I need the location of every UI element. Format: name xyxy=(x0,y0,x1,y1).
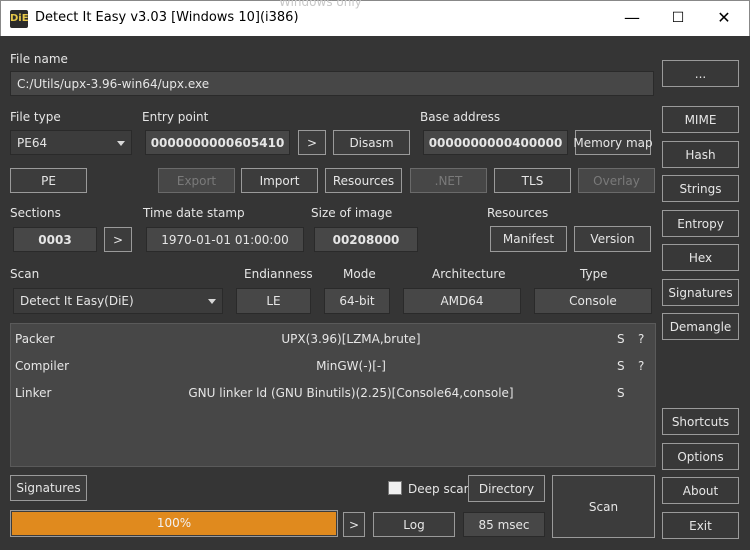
result-type: Linker xyxy=(15,386,52,400)
result-info-link[interactable]: ? xyxy=(638,332,644,346)
scan-time-field: 85 msec xyxy=(463,512,545,537)
sections-go-button[interactable]: > xyxy=(104,227,132,252)
file-path-field[interactable]: C:/Utils/upx-3.96-win64/upx.exe xyxy=(10,71,654,96)
log-button[interactable]: Log xyxy=(373,512,455,537)
file-type-select[interactable]: PE64 xyxy=(10,130,132,155)
memory-map-button[interactable]: Memory map xyxy=(573,130,653,155)
file-type-label: File type xyxy=(10,110,61,124)
file-type-value: PE64 xyxy=(17,135,48,150)
endianness-label: Endianness xyxy=(244,267,313,281)
manifest-button[interactable]: Manifest xyxy=(490,226,567,252)
result-value: MinGW(-)[-] xyxy=(316,359,386,373)
deep-scan-checkbox[interactable] xyxy=(388,481,402,495)
scan-engine-select[interactable]: Detect It Easy(DiE) xyxy=(13,288,223,314)
export-button[interactable]: Export xyxy=(158,168,235,193)
mime-button[interactable]: MIME xyxy=(662,106,739,133)
entry-point-go-button[interactable]: > xyxy=(298,130,326,155)
scan-button[interactable]: Scan xyxy=(552,475,655,538)
disasm-button[interactable]: Disasm xyxy=(333,130,410,155)
title-bar: Windows only DiE Detect It Easy v3.03 [W… xyxy=(0,0,750,36)
entropy-button[interactable]: Entropy xyxy=(662,210,739,237)
shortcuts-button[interactable]: Shortcuts xyxy=(662,408,739,435)
deep-scan-label: Deep scan xyxy=(408,482,472,496)
signatures-bottom-button[interactable]: Signatures xyxy=(10,475,87,501)
endianness-field: LE xyxy=(236,288,311,314)
resources-label: Resources xyxy=(487,206,549,220)
version-button[interactable]: Version xyxy=(574,226,651,252)
window-title: Detect It Easy v3.03 [Windows 10](i386) xyxy=(35,10,299,25)
chevron-down-icon xyxy=(208,299,216,304)
about-button[interactable]: About xyxy=(662,477,739,504)
result-value: UPX(3.96)[LZMA,brute] xyxy=(281,332,421,346)
net-button[interactable]: .NET xyxy=(410,168,487,193)
size-of-image-field[interactable]: 00208000 xyxy=(314,227,418,252)
result-signature-link[interactable]: S xyxy=(617,359,625,373)
tls-button[interactable]: TLS xyxy=(494,168,571,193)
mode-field: 64-bit xyxy=(324,288,390,314)
mode-label: Mode xyxy=(343,267,376,281)
maximize-button[interactable]: ☐ xyxy=(655,1,701,35)
close-button[interactable]: ✕ xyxy=(701,1,747,35)
type-label: Type xyxy=(580,267,608,281)
architecture-field: AMD64 xyxy=(403,288,521,314)
signatures-button[interactable]: Signatures xyxy=(662,279,739,306)
exit-button[interactable]: Exit xyxy=(662,512,739,539)
minimize-button[interactable]: — xyxy=(609,1,655,35)
strings-button[interactable]: Strings xyxy=(662,175,739,202)
architecture-label: Architecture xyxy=(432,267,506,281)
hash-button[interactable]: Hash xyxy=(662,141,739,168)
result-signature-link[interactable]: S xyxy=(617,386,625,400)
progress-text: 100% xyxy=(156,516,192,530)
scan-label: Scan xyxy=(10,267,40,281)
time-date-stamp-field[interactable]: 1970-01-01 01:00:00 xyxy=(146,227,304,252)
background-window-text: Windows only xyxy=(279,0,362,9)
import-button[interactable]: Import xyxy=(241,168,318,193)
sections-field[interactable]: 0003 xyxy=(13,227,97,252)
options-button[interactable]: Options xyxy=(662,443,739,470)
scan-engine-value: Detect It Easy(DiE) xyxy=(20,294,134,308)
overlay-button[interactable]: Overlay xyxy=(578,168,655,193)
pe-button[interactable]: PE xyxy=(10,168,87,193)
demangle-button[interactable]: Demangle xyxy=(662,313,739,340)
entry-point-field[interactable]: 0000000000605410 xyxy=(145,130,290,155)
file-name-label: File name xyxy=(10,52,68,66)
hex-button[interactable]: Hex xyxy=(662,244,739,271)
result-row-linker[interactable]: Linker GNU linker ld (GNU Binutils)(2.25… xyxy=(11,384,655,404)
resources-button[interactable]: Resources xyxy=(325,168,402,193)
result-type: Compiler xyxy=(15,359,70,373)
progress-go-button[interactable]: > xyxy=(343,512,365,537)
browse-file-button[interactable]: ... xyxy=(662,60,739,87)
directory-button[interactable]: Directory xyxy=(468,475,545,502)
chevron-down-icon xyxy=(117,140,125,146)
result-row-packer[interactable]: Packer UPX(3.96)[LZMA,brute] S ? xyxy=(11,330,655,350)
result-row-compiler[interactable]: Compiler MinGW(-)[-] S ? xyxy=(11,357,655,377)
result-value: GNU linker ld (GNU Binutils)(2.25)[Conso… xyxy=(188,386,514,400)
result-info-link[interactable]: ? xyxy=(638,359,644,373)
base-address-field[interactable]: 0000000000400000 xyxy=(423,130,568,155)
time-date-stamp-label: Time date stamp xyxy=(143,206,245,220)
entry-point-label: Entry point xyxy=(142,110,209,124)
result-type: Packer xyxy=(15,332,55,346)
sections-label: Sections xyxy=(10,206,61,220)
base-address-label: Base address xyxy=(420,110,501,124)
size-of-image-label: Size of image xyxy=(311,206,393,220)
result-signature-link[interactable]: S xyxy=(617,332,625,346)
progress-bar: 100% xyxy=(10,510,338,537)
type-field: Console xyxy=(534,288,652,314)
results-panel: Packer UPX(3.96)[LZMA,brute] S ? Compile… xyxy=(10,323,656,467)
app-icon: DiE xyxy=(10,10,29,28)
